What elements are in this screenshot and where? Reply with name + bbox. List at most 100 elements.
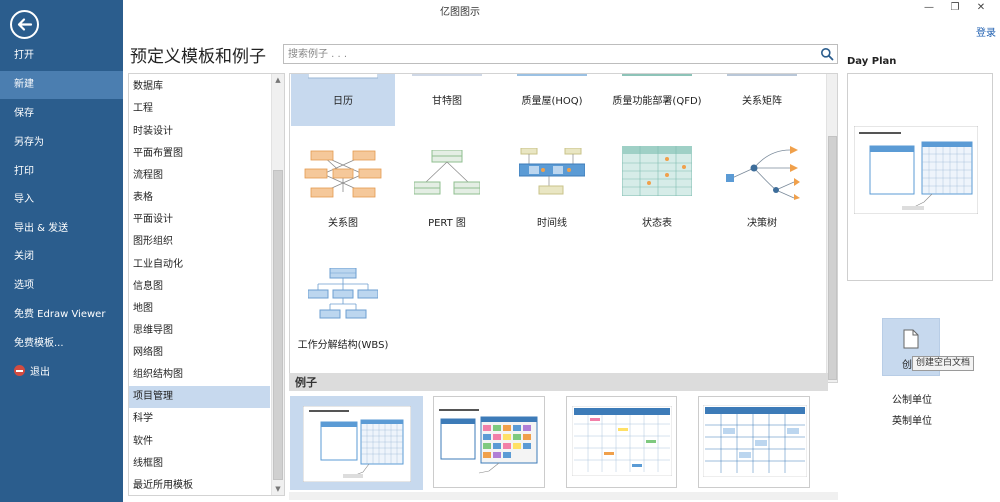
category-list: 数据库 工程 时装设计 平面布置图 流程图 表格 平面设计 图形组织 工业自动化… [128, 73, 285, 496]
template-relation-matrix[interactable]: 关系矩阵 [710, 74, 814, 126]
window-title: 亿图图示 [440, 7, 480, 18]
search-input[interactable] [288, 46, 808, 62]
restore-icon[interactable]: ❐ [942, 2, 968, 13]
search-icon[interactable] [820, 47, 834, 61]
pert-thumbnail [414, 150, 480, 195]
back-arrow-icon [17, 18, 33, 31]
page-title: 预定义模板和例子 [130, 47, 266, 67]
create-blank-tooltip: 创建空白文档 [912, 356, 975, 371]
template-label: 关系矩阵 [742, 96, 782, 107]
category-item[interactable]: 流程图 [129, 165, 270, 187]
search-box [283, 44, 838, 64]
category-item[interactable]: 时装设计 [129, 121, 270, 143]
category-item[interactable]: 最近所用模板 [129, 475, 270, 497]
menu-exit-label: 退出 [30, 367, 50, 378]
category-item[interactable]: 科学 [129, 408, 270, 430]
menu-free-viewer[interactable]: 免费 Edraw Viewer [0, 301, 123, 329]
category-scrollbar[interactable]: ▲ ▼ [271, 74, 284, 495]
menu-save-as[interactable]: 另存为 [0, 129, 123, 157]
category-item[interactable]: 网络图 [129, 342, 270, 364]
metric-units-option[interactable]: 公制单位 [892, 391, 932, 406]
examples-scrollbar[interactable] [289, 492, 838, 500]
example-month-plan[interactable] [566, 396, 677, 488]
examples-header: 例子 [289, 373, 828, 391]
category-item[interactable]: 思维导图 [129, 320, 270, 342]
template-label: 日历 [333, 96, 353, 107]
template-scrollbar[interactable] [826, 74, 837, 382]
template-label: 甘特图 [432, 96, 462, 107]
template-label: 时间线 [537, 218, 567, 229]
preview-panel [847, 73, 993, 281]
menu-print[interactable]: 打印 [0, 158, 123, 186]
menu-free-templates[interactable]: 免费模板... [0, 330, 123, 358]
template-gantt[interactable]: 甘特图 [395, 74, 499, 126]
menu-close[interactable]: 关闭 [0, 243, 123, 271]
backstage-menu: 打开 新建 保存 另存为 打印 导入 导出 & 发送 关闭 选项 免费 Edra… [0, 0, 123, 502]
category-item[interactable]: 工程 [129, 98, 270, 120]
scroll-thumb[interactable] [828, 136, 837, 380]
category-item[interactable]: 信息图 [129, 276, 270, 298]
wbs-thumbnail [308, 268, 378, 319]
close-icon[interactable]: ✕ [968, 2, 994, 13]
template-wbs[interactable]: 工作分解结构(WBS) [291, 256, 395, 356]
template-label: PERT 图 [428, 218, 466, 229]
category-item[interactable]: 平面布置图 [129, 143, 270, 165]
category-item[interactable]: 地图 [129, 298, 270, 320]
template-qfd[interactable]: 质量功能部署(QFD) [605, 74, 709, 126]
template-label: 关系图 [328, 218, 358, 229]
template-gallery: 日历 甘特图 质量屋(HOQ) 质量功能部署(QFD) 关系矩阵 关系图 PER… [289, 73, 838, 383]
preview-thumbnail [854, 126, 978, 214]
example-thumbnail [303, 406, 411, 482]
category-item[interactable]: 软件 [129, 431, 270, 453]
example-thumbnail [703, 405, 807, 477]
relation-matrix-thumbnail [727, 74, 797, 76]
state-table-thumbnail [622, 146, 692, 196]
scroll-down-icon[interactable]: ▼ [272, 483, 284, 495]
template-calendar[interactable]: 日历 [291, 74, 395, 126]
template-state-table[interactable]: 状态表 [605, 136, 709, 234]
menu-exit[interactable]: 退出 [0, 359, 123, 387]
template-hoq[interactable]: 质量屋(HOQ) [500, 74, 604, 126]
template-timeline[interactable]: 时间线 [500, 136, 604, 234]
category-item[interactable]: 平面设计 [129, 209, 270, 231]
category-item[interactable]: 表格 [129, 187, 270, 209]
category-item[interactable]: 数据库 [129, 76, 270, 98]
template-relation-diagram[interactable]: 关系图 [291, 136, 395, 234]
hoq-thumbnail [517, 74, 587, 76]
back-button[interactable] [10, 10, 39, 39]
scroll-up-icon[interactable]: ▲ [272, 74, 284, 86]
category-item[interactable]: 线框图 [129, 453, 270, 475]
template-decision-tree[interactable]: 决策树 [710, 136, 814, 234]
timeline-thumbnail [519, 148, 585, 195]
category-item[interactable]: 工业自动化 [129, 254, 270, 276]
menu-options[interactable]: 选项 [0, 272, 123, 300]
menu-open[interactable]: 打开 [0, 42, 123, 70]
example-colorful-calendar[interactable] [433, 396, 545, 488]
scroll-thumb[interactable] [273, 170, 283, 480]
template-label: 工作分解结构(WBS) [297, 340, 389, 351]
example-thumbnail [439, 409, 538, 474]
template-label: 质量屋(HOQ) [521, 96, 583, 107]
menu-save[interactable]: 保存 [0, 100, 123, 128]
example-day-plan[interactable] [290, 396, 423, 490]
gantt-thumbnail [412, 74, 482, 76]
template-pert[interactable]: PERT 图 [395, 136, 499, 234]
template-label: 质量功能部署(QFD) [612, 96, 702, 107]
decision-tree-thumbnail [726, 146, 800, 200]
minimize-icon[interactable]: — [916, 2, 942, 13]
category-item-selected[interactable]: 项目管理 [129, 386, 270, 408]
example-weekly-schedule[interactable] [698, 396, 810, 488]
menu-import[interactable]: 导入 [0, 186, 123, 214]
category-item[interactable]: 图形组织 [129, 231, 270, 253]
blank-document-icon [903, 329, 919, 349]
menu-new[interactable]: 新建 [0, 71, 123, 99]
template-label: 状态表 [642, 218, 672, 229]
login-link[interactable]: 登录 [976, 24, 996, 39]
menu-export-send[interactable]: 导出 & 发送 [0, 215, 123, 243]
qfd-thumbnail [622, 74, 692, 76]
calendar-thumbnail [308, 74, 378, 79]
examples-label: 例子 [295, 376, 317, 389]
window-controls: — ❐ ✕ [916, 2, 994, 13]
category-item[interactable]: 组织结构图 [129, 364, 270, 386]
imperial-units-option[interactable]: 英制单位 [892, 412, 932, 427]
